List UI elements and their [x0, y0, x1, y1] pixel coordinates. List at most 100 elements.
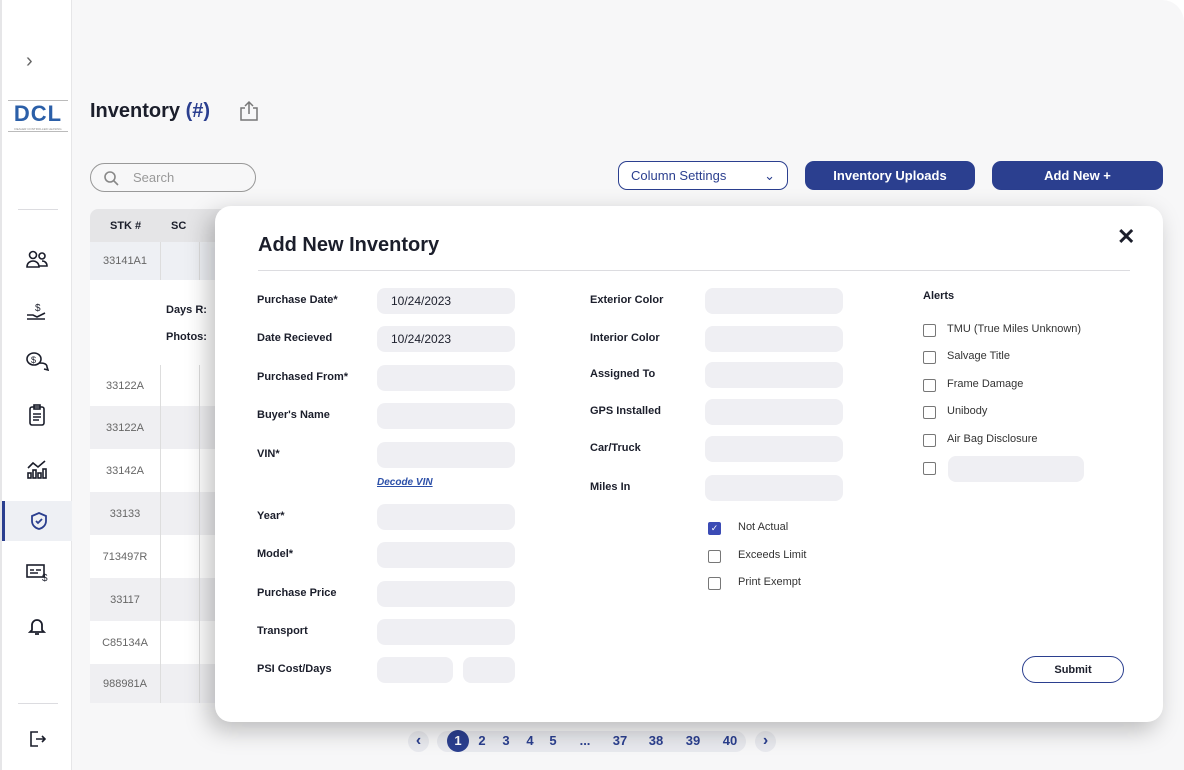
- alert-checkbox[interactable]: [923, 379, 936, 392]
- page-3[interactable]: 3: [495, 733, 517, 748]
- field-input[interactable]: [705, 399, 843, 425]
- field-input[interactable]: [705, 436, 843, 462]
- field-label: Date Recieved: [257, 332, 333, 344]
- field-label: Year*: [257, 510, 285, 522]
- field-input[interactable]: [377, 542, 515, 568]
- page-39[interactable]: 39: [682, 733, 704, 748]
- stk-cell: 713497R: [102, 550, 148, 563]
- add-new-button[interactable]: Add New +: [992, 161, 1163, 190]
- alerts-title: Alerts: [923, 290, 955, 302]
- miles-option-checkbox[interactable]: ✓: [708, 522, 721, 535]
- column-header-sc[interactable]: SC: [171, 220, 186, 232]
- title-text: Inventory: [90, 100, 181, 122]
- miles-option-checkbox[interactable]: [708, 577, 721, 590]
- field-label: Car/Truck: [590, 442, 641, 454]
- svg-text:$: $: [42, 573, 48, 582]
- field-input[interactable]: [377, 619, 515, 645]
- prev-page-button[interactable]: ‹: [408, 731, 429, 752]
- custom-alert-input[interactable]: [948, 456, 1084, 482]
- table-row[interactable]: 713497R: [90, 535, 215, 578]
- alert-checkbox[interactable]: [923, 351, 936, 364]
- table-row[interactable]: 988981A: [90, 664, 215, 703]
- page-4[interactable]: 4: [519, 733, 541, 748]
- page-5[interactable]: 5: [542, 733, 564, 748]
- table-row[interactable]: 33122A: [90, 406, 215, 449]
- field-input[interactable]: [705, 326, 843, 352]
- logout-button[interactable]: [2, 719, 72, 759]
- stk-cell: C85134A: [102, 636, 148, 649]
- page-2[interactable]: 2: [471, 733, 493, 748]
- next-page-button[interactable]: ›: [755, 731, 776, 752]
- inventory-count: (#): [185, 100, 211, 122]
- bell-icon: [28, 619, 46, 635]
- page-ellipsis: ...: [579, 733, 591, 748]
- field-label: Purchase Price: [257, 587, 337, 599]
- search-input[interactable]: Search: [90, 163, 256, 192]
- modal-title: Add New Inventory: [258, 234, 440, 256]
- page-title: Inventory (#): [90, 100, 210, 123]
- page-37[interactable]: 37: [609, 733, 631, 748]
- field-input[interactable]: [705, 362, 843, 388]
- close-icon[interactable]: ✕: [1117, 224, 1135, 250]
- field-input[interactable]: [377, 504, 515, 530]
- nav-inventory[interactable]: [2, 501, 72, 541]
- field-label: VIN*: [257, 448, 280, 460]
- table-row[interactable]: 33117: [90, 578, 215, 621]
- column-settings-dropdown[interactable]: Column Settings ⌄: [618, 161, 788, 190]
- page-38[interactable]: 38: [645, 733, 667, 748]
- alert-checkbox[interactable]: [923, 406, 936, 419]
- nav-analytics[interactable]: [2, 449, 72, 489]
- field-input[interactable]: [705, 288, 843, 314]
- field-input[interactable]: 10/24/2023: [377, 288, 515, 314]
- field-label: Assigned To: [590, 368, 656, 380]
- expand-chevron-icon[interactable]: ›: [26, 50, 33, 73]
- psi-cost-input[interactable]: [377, 657, 453, 683]
- nav-billing[interactable]: $: [2, 552, 72, 592]
- psi-days-input[interactable]: [463, 657, 515, 683]
- miles-option-label: Not Actual: [738, 521, 789, 533]
- field-input[interactable]: [705, 475, 843, 501]
- table-row[interactable]: 33133: [90, 492, 215, 535]
- alert-checkbox[interactable]: [923, 324, 936, 337]
- table-row[interactable]: C85134A: [90, 621, 215, 664]
- nav-customers[interactable]: [2, 239, 72, 279]
- clipboard-icon: [29, 404, 45, 426]
- submit-button[interactable]: Submit: [1022, 656, 1124, 683]
- stk-cell: 33122A: [106, 421, 144, 434]
- alert-label: Salvage Title: [947, 350, 1010, 362]
- alert-checkbox[interactable]: [923, 434, 936, 447]
- miles-option-checkbox[interactable]: [708, 550, 721, 563]
- logo: DCL DEALER CONTROLLED LEASING: [8, 100, 68, 132]
- inventory-uploads-button[interactable]: Inventory Uploads: [805, 161, 975, 190]
- nav-payments[interactable]: $: [2, 291, 72, 331]
- alert-label: Unibody: [947, 405, 988, 417]
- export-button[interactable]: [239, 100, 259, 127]
- decode-vin-link[interactable]: Decode VIN: [377, 477, 433, 488]
- field-label: Exterior Color: [590, 294, 664, 306]
- field-input[interactable]: 10/24/2023: [377, 326, 515, 352]
- field-input[interactable]: [377, 581, 515, 607]
- page-40[interactable]: 40: [719, 733, 741, 748]
- table-row[interactable]: 33142A: [90, 449, 215, 492]
- field-input[interactable]: [377, 442, 515, 468]
- alert-label: Air Bag Disclosure: [947, 433, 1038, 445]
- page-1[interactable]: 1: [447, 733, 469, 748]
- table-row[interactable]: 33122A: [90, 365, 215, 406]
- nav-reports[interactable]: [2, 395, 72, 435]
- stk-cell: 33133: [109, 507, 141, 520]
- table-row[interactable]: 33141A1: [90, 242, 215, 280]
- field-label: Buyer's Name: [257, 409, 330, 421]
- custom-alert-checkbox[interactable]: [923, 462, 936, 475]
- sidebar: › DCL DEALER CONTROLLED LEASING $ $ $: [0, 0, 72, 770]
- field-input[interactable]: [377, 403, 515, 429]
- field-label: PSI Cost/Days: [257, 663, 332, 675]
- search-icon: [104, 170, 119, 186]
- field-input[interactable]: [377, 365, 515, 391]
- nav-notifications[interactable]: [2, 606, 72, 646]
- stk-cell: 33141A1: [102, 255, 148, 267]
- nav-messages[interactable]: $: [2, 341, 72, 381]
- stk-cell: 33117: [110, 593, 140, 606]
- field-label: Model*: [257, 548, 294, 560]
- column-header-stk[interactable]: STK #: [110, 220, 141, 232]
- svg-text:$: $: [31, 355, 36, 365]
